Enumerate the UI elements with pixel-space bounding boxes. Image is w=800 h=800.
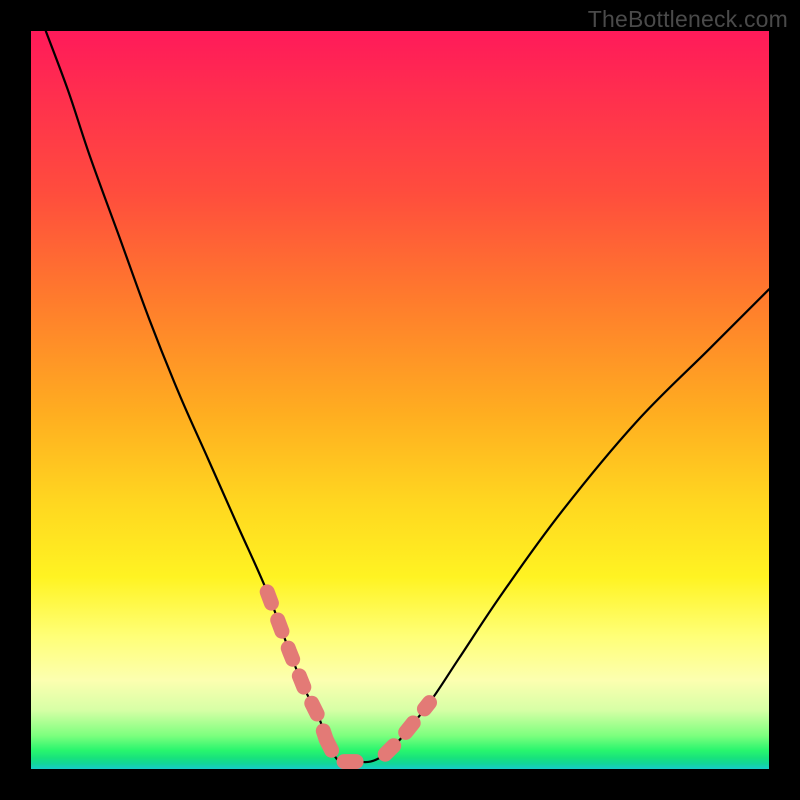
curve-layer [31, 31, 769, 769]
highlight-markers [267, 592, 429, 762]
plot-area [31, 31, 769, 769]
marker-left-slope [267, 592, 326, 740]
bottleneck-curve [46, 31, 769, 762]
watermark-label: TheBottleneck.com [588, 6, 788, 33]
marker-right-slope [385, 703, 429, 755]
marker-valley-floor [326, 740, 370, 762]
chart-frame: TheBottleneck.com [0, 0, 800, 800]
